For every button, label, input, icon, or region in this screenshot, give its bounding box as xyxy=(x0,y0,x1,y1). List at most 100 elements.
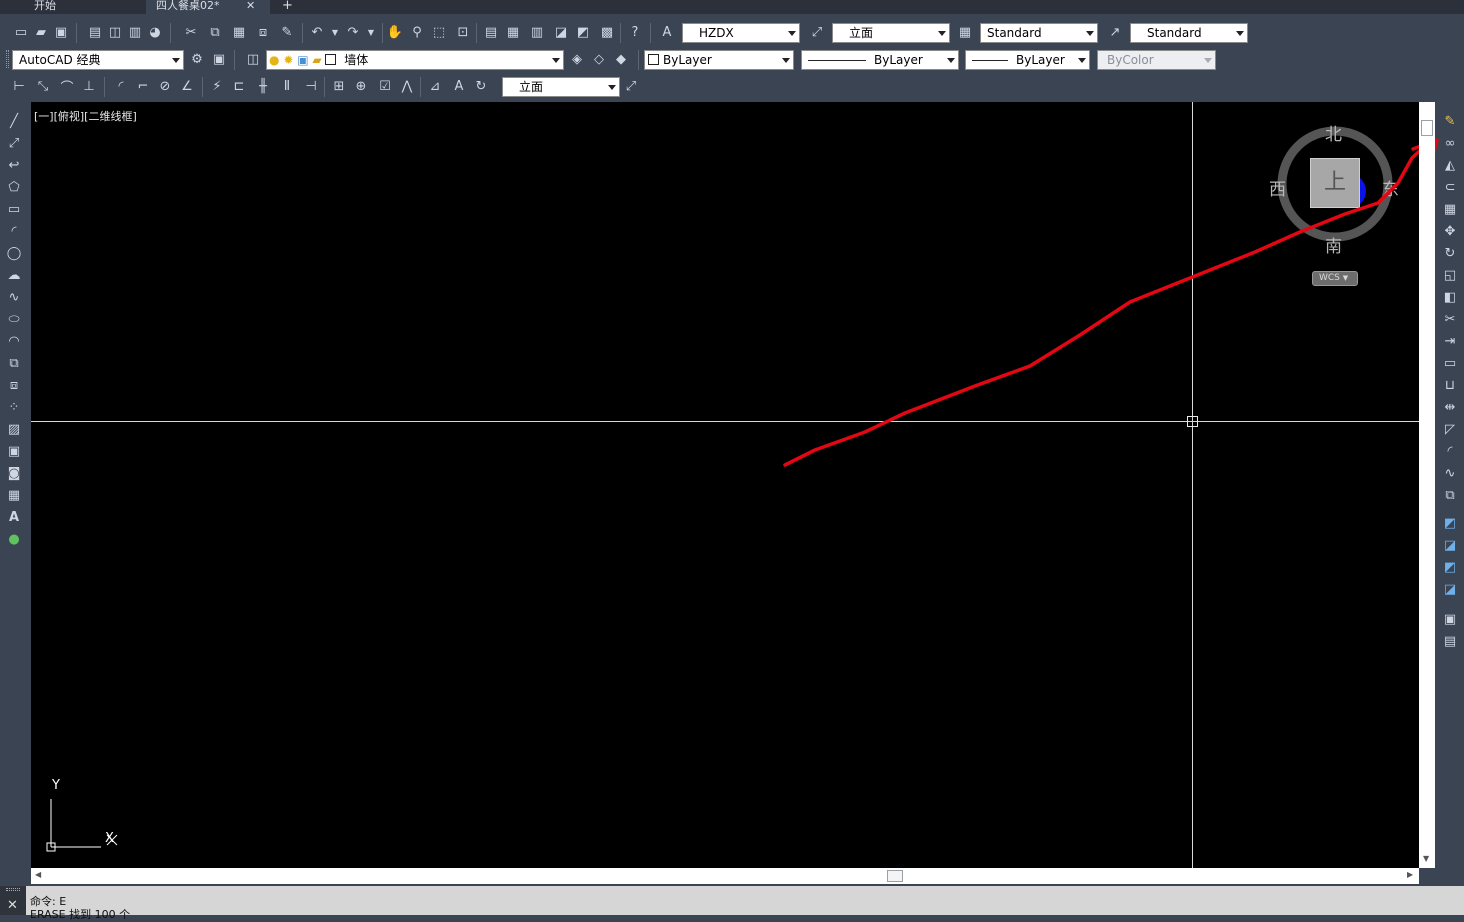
viewcube-north[interactable]: 北 xyxy=(1325,120,1342,145)
bring-above-icon[interactable]: ◩ xyxy=(1441,558,1459,576)
region-icon[interactable]: ◙ xyxy=(5,464,23,482)
scroll-down-icon[interactable]: ▼ xyxy=(1423,854,1429,863)
bring-to-front-icon[interactable]: ◩ xyxy=(1441,514,1459,532)
table-style-select[interactable]: Standard xyxy=(980,23,1098,43)
make-block-icon[interactable]: ⧈ xyxy=(5,376,23,394)
chevron-down-icon[interactable]: ▼ xyxy=(326,23,344,41)
horizontal-scroll-thumb[interactable] xyxy=(887,870,903,882)
join-icon[interactable]: ⇹ xyxy=(1441,398,1459,416)
linear-dim-icon[interactable]: ⊢ xyxy=(10,77,28,95)
move-icon[interactable]: ✥ xyxy=(1441,222,1459,240)
radius-dim-icon[interactable]: ◜ xyxy=(112,77,130,95)
array-icon[interactable]: ▦ xyxy=(1441,200,1459,218)
quick-dim-icon[interactable]: ⚡ xyxy=(208,77,226,95)
break-at-point-icon[interactable]: ▭ xyxy=(1441,354,1459,372)
paste-icon[interactable]: ▦ xyxy=(230,23,248,41)
linetype-select[interactable]: ByLayer xyxy=(801,50,959,70)
open-file-icon[interactable]: ▰ xyxy=(32,23,50,41)
hatch-back-icon[interactable]: ▤ xyxy=(1441,632,1459,650)
viewcube-west[interactable]: 西 xyxy=(1269,175,1286,200)
wcs-menu[interactable]: WCS ▼ xyxy=(1312,271,1358,286)
text-style-select[interactable]: HZDX xyxy=(682,23,800,43)
line-icon[interactable]: ╱ xyxy=(5,112,23,130)
dim-text-edit-icon[interactable]: A xyxy=(450,77,468,95)
properties-icon[interactable]: ▤ xyxy=(482,23,500,41)
stretch-icon[interactable]: ◧ xyxy=(1441,288,1459,306)
point-icon[interactable]: ⁘ xyxy=(5,398,23,416)
tab-drawing[interactable]: 四人餐桌02* ✕ xyxy=(146,0,270,14)
blend-curves-icon[interactable]: ∿ xyxy=(1441,464,1459,482)
insert-block-icon[interactable]: ⧉ xyxy=(5,354,23,372)
markup-icon[interactable]: ◩ xyxy=(574,23,592,41)
redo-icon[interactable]: ↷ xyxy=(344,23,362,41)
extend-icon[interactable]: ⇥ xyxy=(1441,332,1459,350)
trim-icon[interactable]: ✂ xyxy=(1441,310,1459,328)
circle-icon[interactable]: ◯ xyxy=(5,244,23,262)
zoom-window-icon[interactable]: ⬚ xyxy=(430,23,448,41)
arc-length-icon[interactable]: ⌒ xyxy=(58,77,76,96)
spline-icon[interactable]: ∿ xyxy=(5,288,23,306)
viewcube-south[interactable]: 南 xyxy=(1325,232,1342,257)
center-mark-icon[interactable]: ⊕ xyxy=(352,77,370,95)
dim-space-icon[interactable]: Ⅱ xyxy=(278,77,296,95)
publish-icon[interactable]: ▥ xyxy=(126,23,144,41)
dim-edit-icon[interactable]: ⊿ xyxy=(426,77,444,95)
copy-icon[interactable]: ⧉ xyxy=(206,23,224,41)
explode-icon[interactable]: ⧉ xyxy=(1441,486,1459,504)
vertical-scrollbar[interactable]: ▼ xyxy=(1419,102,1435,868)
view-style-select[interactable]: 立面 xyxy=(502,77,620,97)
dim-style-manager-icon[interactable]: ⤢ xyxy=(622,77,640,95)
print-icon[interactable]: ▤ xyxy=(86,23,104,41)
mleader-style-icon[interactable]: ↗ xyxy=(1106,23,1124,41)
viewcube-top-face[interactable]: 上 xyxy=(1310,158,1360,208)
zoom-previous-icon[interactable]: ⊡ xyxy=(454,23,472,41)
revision-cloud-icon[interactable]: ☁ xyxy=(5,266,23,284)
table-icon[interactable]: ▦ xyxy=(5,486,23,504)
make-current-layer-icon[interactable]: ◈ xyxy=(568,50,586,68)
undo-icon[interactable]: ↶ xyxy=(308,23,326,41)
color-select[interactable]: ByLayer xyxy=(644,50,794,70)
zoom-realtime-icon[interactable]: ⚲ xyxy=(408,23,426,41)
mleader-style-select[interactable]: Standard xyxy=(1130,23,1248,43)
continue-dim-icon[interactable]: ╫ xyxy=(254,77,272,95)
help-icon[interactable]: ? xyxy=(626,23,644,41)
vertical-scroll-thumb[interactable] xyxy=(1421,120,1433,136)
toolbar-grip[interactable] xyxy=(6,50,9,68)
grip-icon[interactable] xyxy=(6,888,20,891)
ordinate-dim-icon[interactable]: ⊥ xyxy=(80,77,98,95)
gradient-icon[interactable]: ▣ xyxy=(5,442,23,460)
brush-icon[interactable]: ✎ xyxy=(278,23,296,41)
polyline-icon[interactable]: ↩ xyxy=(5,156,23,174)
drawing-canvas[interactable]: [一][俯视][二维线框] Y X 北 南 东 西 上 WCS ▼ xyxy=(31,102,1419,868)
erase-icon[interactable]: ✎ xyxy=(1441,112,1459,130)
break-icon[interactable]: ⊔ xyxy=(1441,376,1459,394)
ellipse-arc-icon[interactable]: ◠ xyxy=(5,332,23,350)
hatch-icon[interactable]: ▨ xyxy=(5,420,23,438)
fillet-icon[interactable]: ◜ xyxy=(1441,442,1459,460)
dim-update-icon[interactable]: ↻ xyxy=(472,77,490,95)
scale-icon[interactable]: ◱ xyxy=(1441,266,1459,284)
send-to-back-icon[interactable]: ◪ xyxy=(1441,536,1459,554)
layer-select[interactable]: ● ✹ ▣ ▰ 墙体 xyxy=(266,50,564,70)
calculator-icon[interactable]: ▩ xyxy=(598,23,616,41)
new-tab-button[interactable]: + xyxy=(276,0,296,14)
add-selected-icon[interactable]: ● xyxy=(5,530,23,548)
pan-icon[interactable]: ✋ xyxy=(386,23,404,41)
save-icon[interactable]: ▣ xyxy=(52,23,70,41)
offset-icon[interactable]: ⊂ xyxy=(1441,178,1459,196)
dim-style-icon[interactable]: ⤢ xyxy=(808,23,826,41)
aligned-dim-icon[interactable]: ⤡ xyxy=(34,77,52,95)
chevron-down-icon[interactable]: ▼ xyxy=(362,23,380,41)
horizontal-scrollbar[interactable]: ◀ ▶ xyxy=(31,868,1419,884)
diameter-dim-icon[interactable]: ⊘ xyxy=(156,77,174,95)
rectangle-icon[interactable]: ▭ xyxy=(5,200,23,218)
dim-style-select[interactable]: 立面 xyxy=(832,23,950,43)
layer-properties-icon[interactable]: ◫ xyxy=(244,50,262,68)
ellipse-icon[interactable]: ⬭ xyxy=(5,310,23,328)
tolerance-icon[interactable]: ⊞ xyxy=(330,77,348,95)
viewport-controls-label[interactable]: [一][俯视][二维线框] xyxy=(34,108,137,124)
scroll-left-icon[interactable]: ◀ xyxy=(35,870,41,879)
layer-previous-icon[interactable]: ◇ xyxy=(590,50,608,68)
workspace-settings-icon[interactable]: ▣ xyxy=(210,50,228,68)
cut-icon[interactable]: ✂ xyxy=(182,23,200,41)
